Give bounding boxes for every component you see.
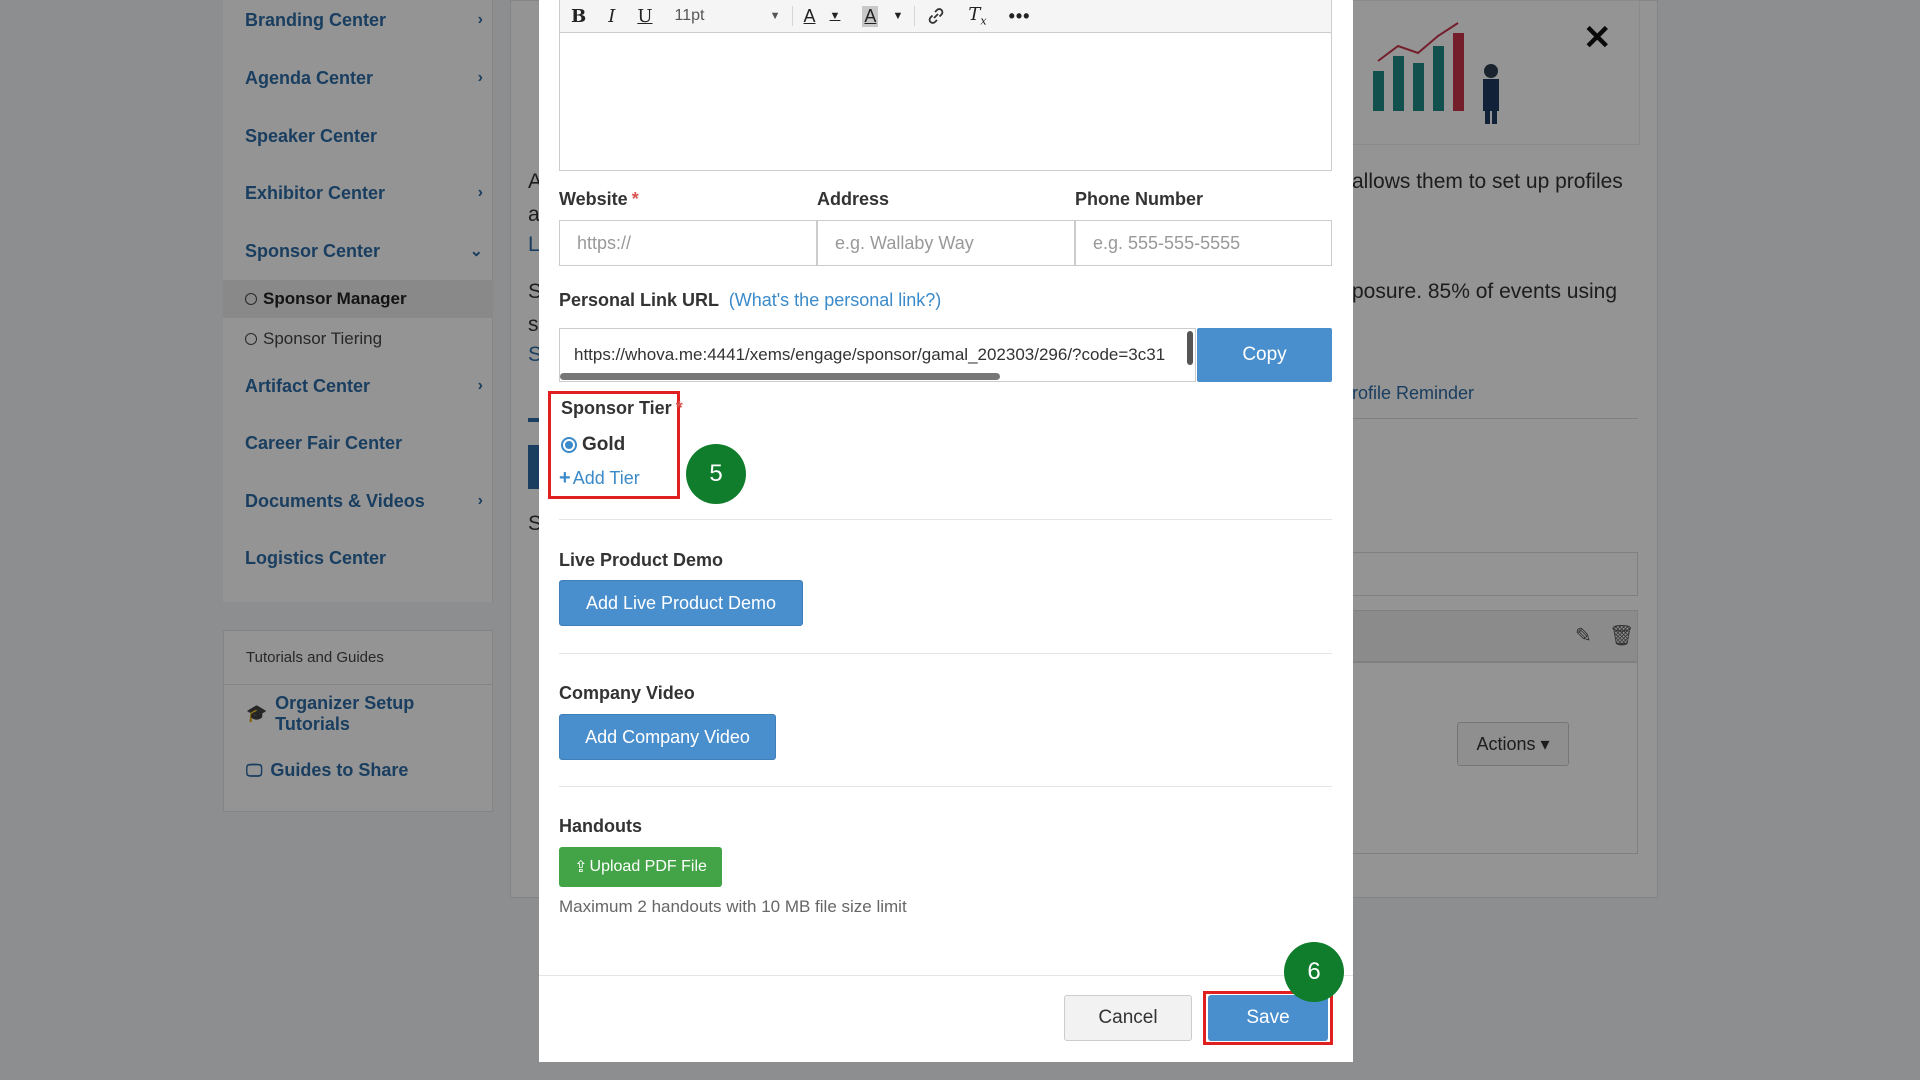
underline-button[interactable]: U — [626, 6, 663, 27]
clear-formatting-icon: Tx — [968, 4, 987, 28]
editor-toolbar: B I U 11pt ▼ A ▼ A ▼ Tx ••• — [559, 0, 1332, 33]
step-badge-6: 6 — [1284, 942, 1344, 1002]
horizontal-scrollbar[interactable] — [560, 373, 1000, 380]
personal-link-help-link[interactable]: (What's the personal link?) — [729, 290, 942, 310]
step-badge-5: 5 — [686, 444, 746, 504]
add-tier-link[interactable]: + Add Tier — [559, 467, 640, 490]
required-asterisk: * — [675, 398, 683, 418]
copy-button[interactable]: Copy — [1197, 328, 1332, 382]
personal-link-label: Personal Link URL (What's the personal l… — [559, 290, 941, 311]
font-size-value: 11pt — [674, 7, 705, 24]
caret-down-icon: ▼ — [829, 10, 841, 22]
cancel-button[interactable]: Cancel — [1064, 995, 1192, 1041]
section-divider — [559, 519, 1332, 520]
website-input[interactable]: https:// — [559, 220, 817, 266]
vertical-scrollbar[interactable] — [1187, 331, 1193, 365]
background-color-button[interactable]: A ▼ — [851, 5, 914, 27]
handouts-label: Handouts — [559, 816, 642, 836]
address-label: Address — [817, 189, 890, 209]
website-label: Website * — [559, 189, 639, 210]
text-color-button[interactable]: A ▼ — [793, 6, 852, 27]
caret-down-icon: ▼ — [892, 10, 904, 22]
personal-link-label-text: Personal Link URL — [559, 290, 719, 310]
website-label-text: Website — [559, 189, 628, 209]
description-editor[interactable] — [559, 33, 1332, 171]
text-color-icon: A — [803, 5, 816, 26]
add-live-product-demo-button[interactable]: Add Live Product Demo — [559, 580, 803, 626]
tier-option-label[interactable]: Gold — [582, 434, 625, 456]
sponsor-tier-label-text: Sponsor Tier — [561, 398, 672, 418]
plus-icon: + — [559, 467, 571, 489]
link-icon — [929, 8, 944, 24]
italic-button[interactable]: I — [597, 6, 626, 27]
sponsor-tier-label: Sponsor Tier * — [561, 398, 683, 419]
bold-button[interactable]: B — [560, 6, 597, 27]
background-color-icon: A — [862, 5, 879, 27]
font-size-select[interactable]: 11pt ▼ — [664, 7, 792, 25]
address-input[interactable]: e.g. Wallaby Way — [817, 220, 1075, 266]
phone-number-input[interactable]: e.g. 555-555-5555 — [1075, 220, 1332, 266]
phone-number-label: Phone Number — [1075, 189, 1204, 209]
link-button[interactable] — [915, 6, 957, 26]
more-options-button[interactable]: ••• — [998, 6, 1042, 27]
company-video-label: Company Video — [559, 683, 695, 703]
upload-pdf-label: Upload PDF File — [589, 858, 707, 875]
required-asterisk: * — [631, 189, 639, 209]
tier-radio-gold[interactable] — [561, 437, 577, 453]
add-company-video-button[interactable]: Add Company Video — [559, 714, 776, 760]
save-button[interactable]: Save — [1208, 995, 1328, 1041]
add-tier-label: Add Tier — [572, 468, 640, 488]
caret-down-icon: ▼ — [769, 10, 781, 22]
personal-link-url-value: https://whova.me:4441/xems/engage/sponso… — [574, 345, 1166, 364]
upload-icon: ⇪ — [574, 859, 588, 876]
section-divider — [559, 653, 1332, 654]
live-product-demo-label: Live Product Demo — [559, 550, 724, 570]
personal-link-url-field[interactable]: https://whova.me:4441/xems/engage/sponso… — [559, 328, 1196, 382]
upload-pdf-button[interactable]: ⇪ Upload PDF File — [559, 847, 722, 887]
edit-sponsor-modal: B I U 11pt ▼ A ▼ A ▼ Tx ••• Website * Ad… — [539, 0, 1353, 1062]
footer-divider — [539, 975, 1353, 976]
section-divider — [559, 786, 1332, 787]
clear-formatting-button[interactable]: Tx — [957, 4, 997, 28]
handouts-hint: Maximum 2 handouts with 10 MB file size … — [559, 897, 907, 916]
